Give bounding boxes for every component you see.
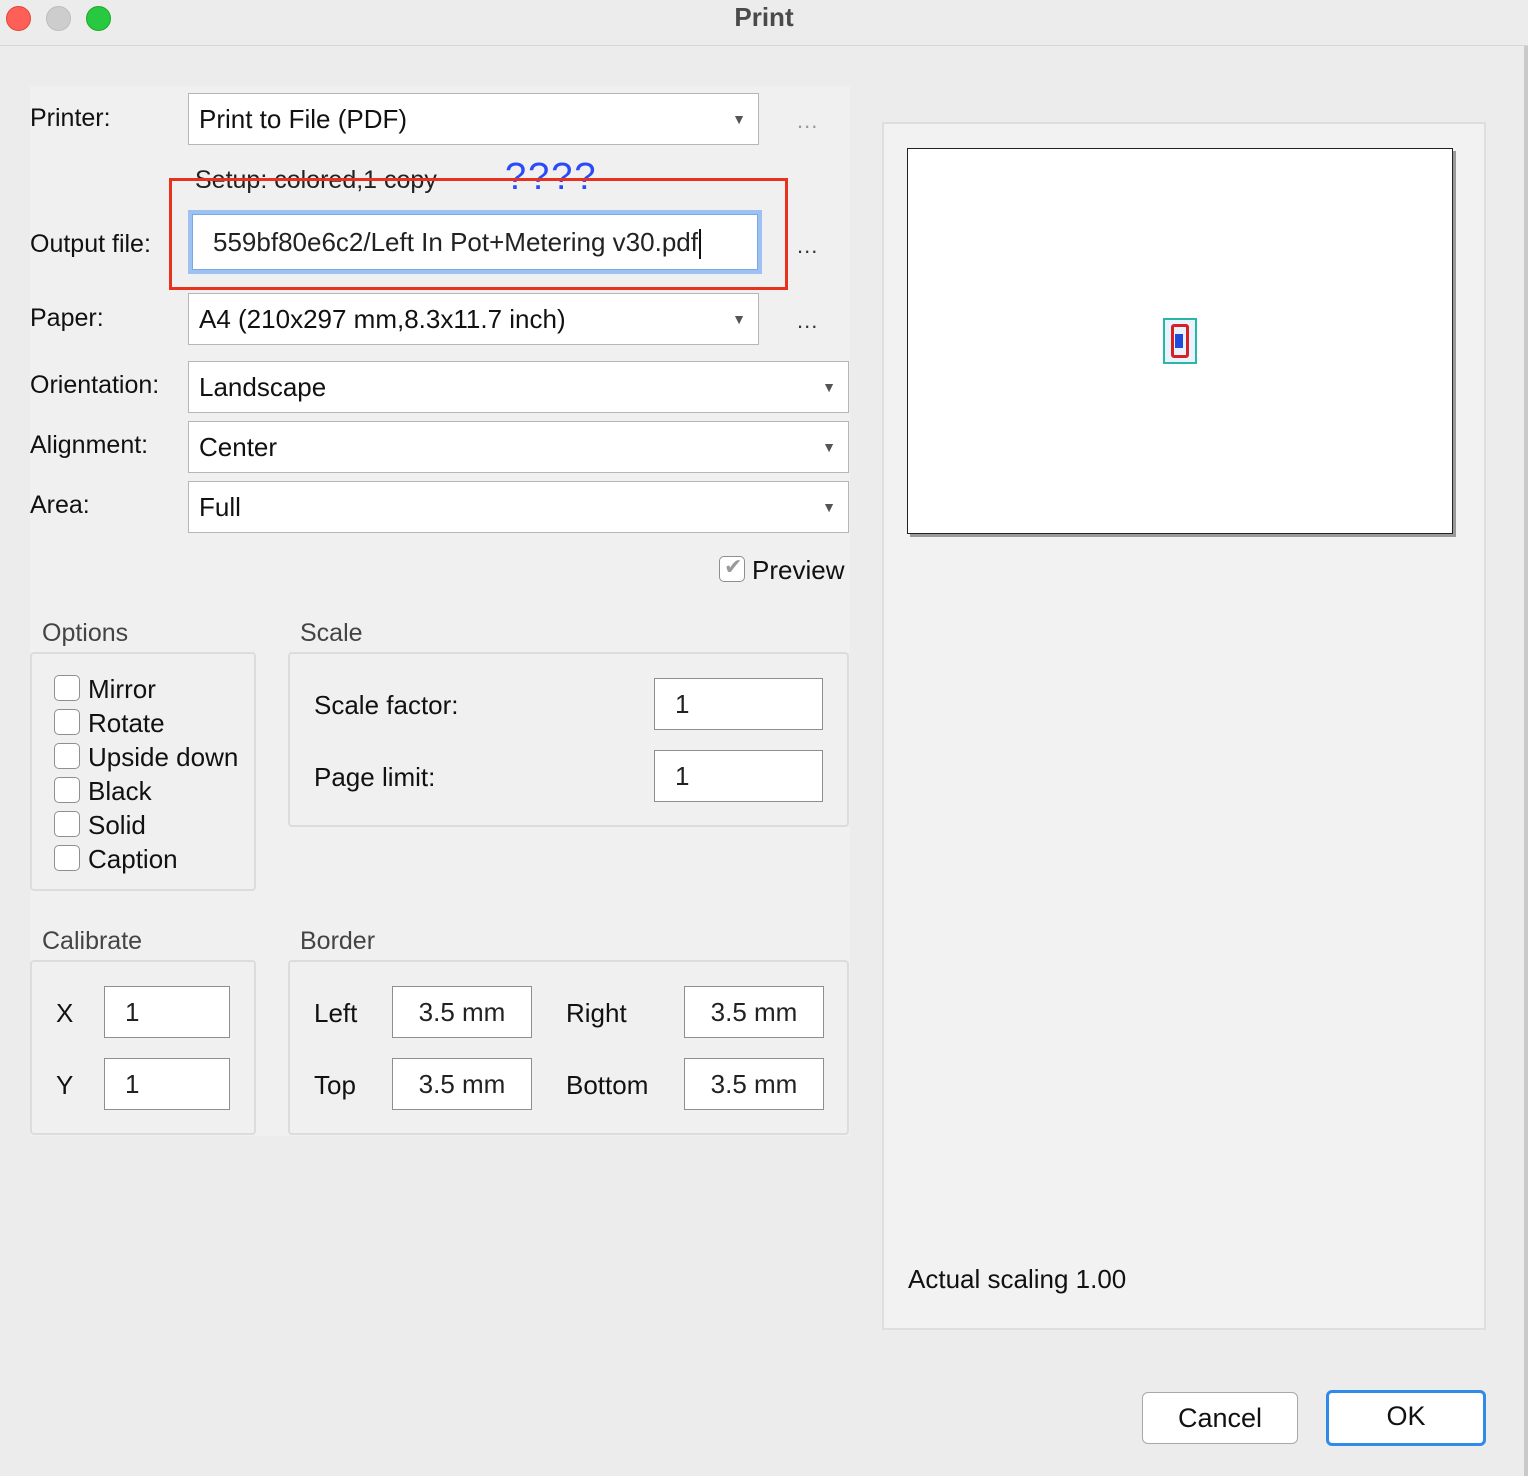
black-label: Black <box>88 776 152 806</box>
mirror-checkbox[interactable] <box>54 675 80 701</box>
solid-label: Solid <box>88 810 146 840</box>
preview-checkbox[interactable]: ✔ <box>719 554 745 582</box>
printer-select[interactable]: Print to File (PDF) ▼ <box>188 93 759 145</box>
rotate-label: Rotate <box>88 708 165 738</box>
rotate-checkbox[interactable] <box>54 709 80 735</box>
window-title: Print <box>734 2 794 32</box>
output-file-label: Output file: <box>30 230 151 258</box>
calibrate-y-label: Y <box>56 1070 74 1100</box>
highlight-annotation-box <box>169 178 788 290</box>
mirror-label: Mirror <box>88 674 156 704</box>
dropdown-arrow-icon: ▼ <box>822 379 836 395</box>
thumbnail-blue-mark <box>1175 334 1183 348</box>
area-value: Full <box>199 492 241 522</box>
actual-scaling-text: Actual scaling 1.00 <box>908 1264 1127 1294</box>
cancel-button[interactable]: Cancel <box>1142 1392 1298 1444</box>
border-bottom-input[interactable]: 3.5 mm <box>684 1058 824 1110</box>
black-checkbox[interactable] <box>54 777 80 803</box>
area-label: Area: <box>30 491 90 519</box>
calibrate-group-title: Calibrate <box>42 927 143 955</box>
paper-more-button[interactable]: ... <box>797 308 818 334</box>
output-file-browse-button[interactable]: ... <box>797 233 818 259</box>
border-bottom-label: Bottom <box>566 1070 649 1100</box>
solid-checkbox[interactable] <box>54 811 80 837</box>
alignment-value: Center <box>199 432 278 462</box>
border-left-label: Left <box>314 998 358 1028</box>
border-right-input[interactable]: 3.5 mm <box>684 986 824 1038</box>
dropdown-arrow-icon: ▼ <box>732 111 746 127</box>
ok-button[interactable]: OK <box>1326 1390 1486 1446</box>
checkmark-icon: ✔ <box>724 554 743 579</box>
dropdown-arrow-icon: ▼ <box>822 439 836 455</box>
dropdown-arrow-icon: ▼ <box>822 499 836 515</box>
page-limit-input[interactable]: 1 <box>654 750 823 802</box>
caption-label: Caption <box>88 844 178 874</box>
area-select[interactable]: Full ▼ <box>188 481 849 533</box>
alignment-label: Alignment: <box>30 431 149 459</box>
paper-select[interactable]: A4 (210x297 mm,8.3x11.7 inch) ▼ <box>188 293 759 345</box>
orientation-value: Landscape <box>199 372 327 402</box>
printer-label: Printer: <box>30 104 111 132</box>
alignment-select[interactable]: Center ▼ <box>188 421 849 473</box>
upside-down-checkbox[interactable] <box>54 743 80 769</box>
border-top-label: Top <box>314 1070 356 1100</box>
scale-group-title: Scale <box>300 619 363 647</box>
scale-factor-input[interactable]: 1 <box>654 678 823 730</box>
orientation-label: Orientation: <box>30 371 160 399</box>
dropdown-arrow-icon: ▼ <box>732 311 746 327</box>
paper-value: A4 (210x297 mm,8.3x11.7 inch) <box>199 304 566 334</box>
scale-factor-label: Scale factor: <box>314 690 459 720</box>
page-limit-label: Page limit: <box>314 762 436 792</box>
border-group-title: Border <box>300 927 376 955</box>
paper-label: Paper: <box>30 304 104 332</box>
printer-more-button[interactable]: ... <box>797 108 818 134</box>
title-bar: Print <box>0 0 1528 46</box>
preview-label: Preview <box>752 555 845 585</box>
calibrate-x-input[interactable]: 1 <box>104 986 230 1038</box>
options-group-title: Options <box>42 619 129 647</box>
preview-content-thumbnail <box>1163 318 1197 364</box>
caption-checkbox[interactable] <box>54 845 80 871</box>
orientation-select[interactable]: Landscape ▼ <box>188 361 849 413</box>
border-left-input[interactable]: 3.5 mm <box>392 986 532 1038</box>
upside-down-label: Upside down <box>88 742 239 772</box>
border-top-input[interactable]: 3.5 mm <box>392 1058 532 1110</box>
window-edge <box>1524 46 1528 1476</box>
calibrate-x-label: X <box>56 998 74 1028</box>
border-right-label: Right <box>566 998 627 1028</box>
calibrate-y-input[interactable]: 1 <box>104 1058 230 1110</box>
printer-value: Print to File (PDF) <box>199 104 408 134</box>
